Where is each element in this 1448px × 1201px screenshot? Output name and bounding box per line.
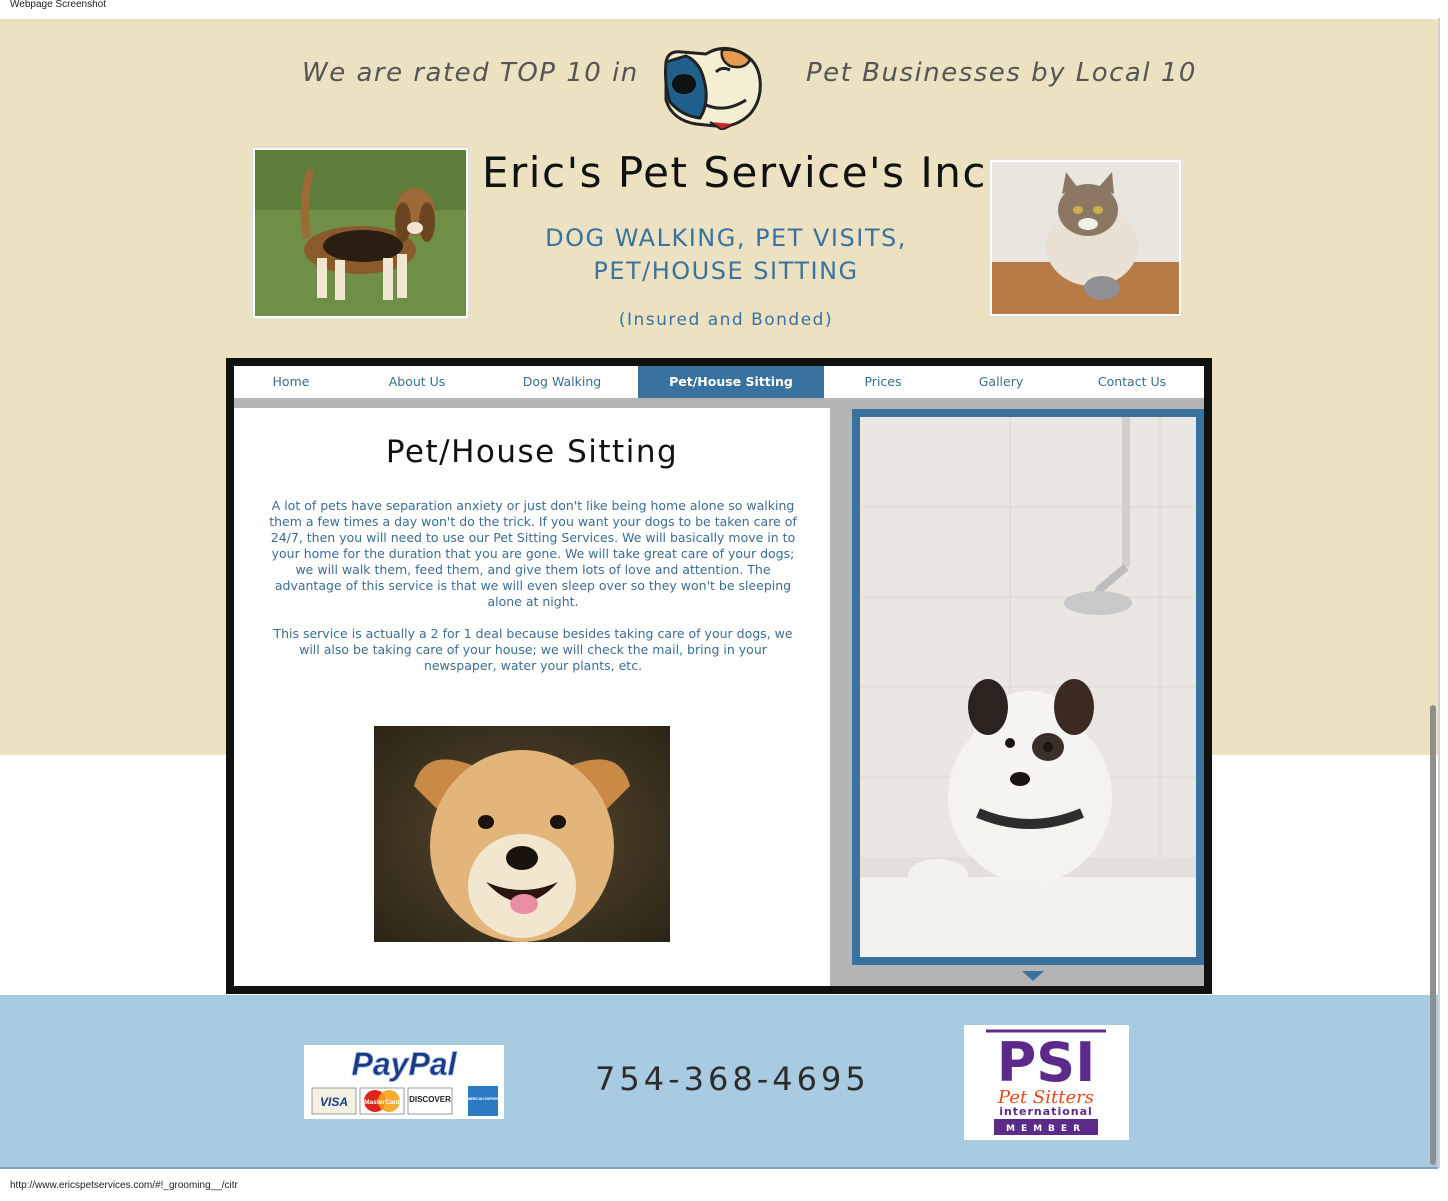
site-title: Eric's Pet Service's Inc.	[482, 148, 1002, 197]
cat-photo	[990, 160, 1181, 316]
nav-dog-walking[interactable]: Dog Walking	[486, 366, 638, 398]
tagline-right: Pet Businesses by Local 10	[806, 58, 1197, 88]
paypal-logo[interactable]: PayPal VISA MasterCard DISCOVER AMERICAN…	[304, 1045, 504, 1119]
visa-card-icon: VISA	[320, 1095, 348, 1109]
tagline-left: We are rated TOP 10 in	[302, 58, 639, 88]
psi-brand: PSI	[997, 1031, 1096, 1094]
insured-note: (Insured and Bonded)	[618, 310, 834, 330]
status-bar-url: http://www.ericspetservices.com/#!_groom…	[10, 1180, 238, 1191]
services-headline: DOG WALKING, PET VISITS, PET/HOUSE SITTI…	[540, 222, 912, 288]
services-line-1: DOG WALKING, PET VISITS,	[545, 224, 907, 252]
phone-number[interactable]: 754-368-4695	[595, 1060, 870, 1098]
window-border	[1438, 18, 1440, 1168]
page-heading: Pet/House Sitting	[385, 434, 679, 470]
smiling-dog-photo	[374, 726, 670, 942]
psi-line-2: international	[999, 1105, 1093, 1118]
window-title: Webpage Screenshot	[10, 0, 106, 10]
body-paragraph-2: This service is actually a 2 for 1 deal …	[273, 626, 793, 673]
nav-home[interactable]: Home	[234, 366, 348, 398]
psi-member-logo[interactable]: PSI Pet Sitters international MEMBER	[964, 1025, 1129, 1140]
paypal-brand: PayPal	[352, 1046, 458, 1082]
discover-card-icon: DISCOVER	[409, 1095, 451, 1104]
main-nav: Home About Us Dog Walking Pet/House Sitt…	[234, 366, 1204, 398]
mastercard-icon: MasterCard	[364, 1099, 400, 1106]
pointer-arrow-icon	[1022, 971, 1044, 981]
main-content-frame: Home About Us Dog Walking Pet/House Sitt…	[226, 358, 1212, 994]
bathtub-dog-photo	[860, 417, 1196, 957]
bathtub-dog-photo-frame	[852, 409, 1204, 965]
services-line-2: PET/HOUSE SITTING	[593, 257, 859, 285]
nav-about-us[interactable]: About Us	[348, 366, 486, 398]
psi-line-3: MEMBER	[1006, 1124, 1086, 1134]
nav-contact-us[interactable]: Contact Us	[1060, 366, 1204, 398]
content-panel: Pet/House Sitting A lot of pets have sep…	[234, 408, 830, 986]
amex-card-icon: AMERICAN EXPRESS	[465, 1097, 501, 1101]
dog-logo-icon[interactable]	[660, 44, 762, 130]
scrollbar-thumb[interactable]	[1430, 705, 1436, 1165]
nav-prices[interactable]: Prices	[824, 366, 942, 398]
body-paragraph-1: A lot of pets have separation anxiety or…	[269, 498, 797, 609]
main-content-inner: Home About Us Dog Walking Pet/House Sitt…	[234, 366, 1204, 986]
nav-gallery[interactable]: Gallery	[942, 366, 1060, 398]
beagle-photo	[253, 148, 468, 318]
nav-pet-house-sitting[interactable]: Pet/House Sitting	[638, 366, 824, 398]
